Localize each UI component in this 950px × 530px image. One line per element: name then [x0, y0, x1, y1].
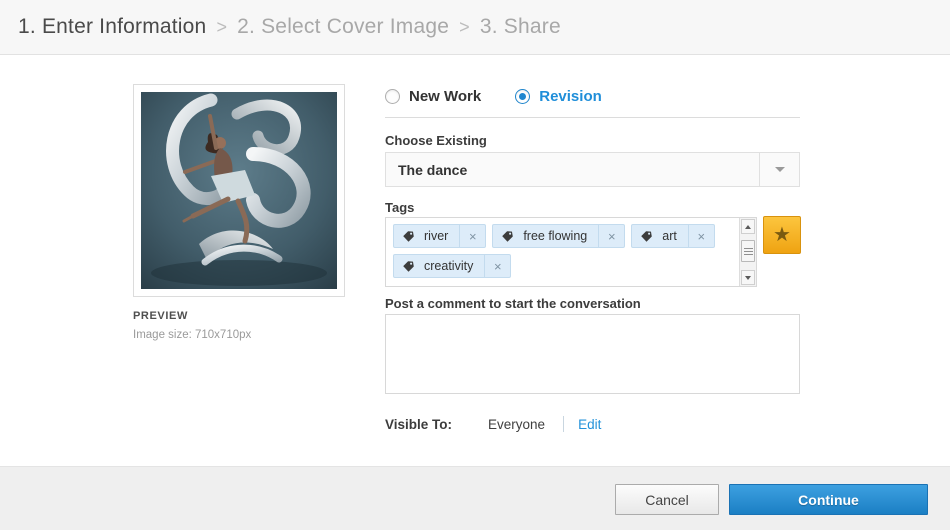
tag-remove-button[interactable]: ×	[687, 225, 714, 247]
choose-existing-label: Choose Existing	[385, 133, 487, 148]
breadcrumb-separator: >	[216, 16, 228, 37]
tag-pill-creativity: creativity ×	[393, 254, 512, 278]
dropdown-arrow-button[interactable]	[759, 153, 799, 186]
feature-star-button[interactable]: ★	[763, 216, 801, 254]
upload-wizard-page: 1. Enter Information > 2. Select Cover I…	[0, 0, 950, 530]
choose-existing-dropdown[interactable]: The dance	[385, 152, 800, 187]
breadcrumb-step-select-cover-image: 2. Select Cover Image	[237, 15, 450, 38]
tag-remove-button[interactable]: ×	[459, 225, 485, 247]
tag-label: art	[662, 229, 677, 243]
tag-pill-body: art	[632, 225, 688, 247]
work-type-radio-group: New Work Revision	[385, 86, 800, 106]
preview-image-frame	[133, 84, 345, 297]
arrow-up-icon	[745, 224, 751, 229]
scroll-down-button[interactable]	[741, 270, 755, 285]
visibility-row: Visible To: Everyone Edit	[385, 414, 601, 434]
preview-label: PREVIEW	[133, 310, 188, 322]
tag-pill-body: free flowing	[493, 225, 598, 247]
choose-existing-value: The dance	[398, 161, 468, 178]
tags-scrollbar[interactable]	[739, 218, 756, 286]
tag-pill-free-flowing: free flowing ×	[492, 224, 626, 248]
tag-label: free flowing	[523, 229, 588, 243]
continue-button[interactable]: Continue	[729, 484, 928, 515]
tag-pill-river: river ×	[393, 224, 487, 248]
tag-icon	[641, 230, 653, 242]
preview-image	[141, 92, 337, 289]
breadcrumb: 1. Enter Information > 2. Select Cover I…	[0, 0, 950, 55]
tags-label: Tags	[385, 200, 415, 215]
tag-pill-body: river	[394, 225, 459, 247]
tag-remove-button[interactable]: ×	[484, 255, 510, 277]
visible-to-value: Everyone	[488, 416, 546, 432]
scrollbar-thumb[interactable]	[741, 240, 755, 262]
radio-new-work-label: New Work	[409, 87, 482, 105]
comment-textarea[interactable]	[385, 314, 800, 394]
tag-pill-art: art ×	[631, 224, 715, 248]
cancel-button[interactable]: Cancel	[615, 484, 719, 515]
breadcrumb-step-enter-information: 1. Enter Information	[18, 15, 207, 38]
breadcrumb-step-share: 3. Share	[479, 15, 561, 38]
footer-bar: Cancel Continue	[0, 466, 950, 530]
tag-icon	[403, 260, 414, 272]
tag-icon	[502, 230, 514, 242]
radio-revision-circle[interactable]	[515, 88, 531, 104]
tag-pill-body: creativity	[394, 255, 484, 277]
radio-new-work[interactable]: New Work	[385, 88, 481, 105]
tag-remove-button[interactable]: ×	[598, 225, 624, 247]
tags-list: river × free flowing × art × creativity …	[386, 218, 739, 286]
form-divider	[385, 117, 800, 118]
tag-label: river	[424, 229, 449, 243]
radio-revision-label: Revision	[539, 87, 602, 105]
scrollbar-grip-icon	[743, 247, 753, 255]
scroll-up-button[interactable]	[741, 219, 755, 234]
chevron-down-icon	[774, 167, 785, 172]
visibility-divider	[563, 416, 565, 432]
star-icon: ★	[773, 224, 791, 246]
comment-label: Post a comment to start the conversation	[385, 296, 641, 311]
tag-label: creativity	[424, 259, 474, 273]
radio-revision[interactable]: Revision	[515, 88, 602, 105]
tag-icon	[403, 230, 414, 242]
breadcrumb-separator: >	[459, 16, 470, 37]
tags-input-box[interactable]: river × free flowing × art × creativity …	[385, 217, 757, 287]
visible-to-label: Visible To:	[385, 416, 453, 432]
preview-image-size: Image size: 710x710px	[133, 329, 252, 341]
arrow-down-icon	[745, 275, 751, 280]
edit-visibility-link[interactable]: Edit	[578, 417, 601, 432]
radio-new-work-circle[interactable]	[385, 88, 400, 104]
